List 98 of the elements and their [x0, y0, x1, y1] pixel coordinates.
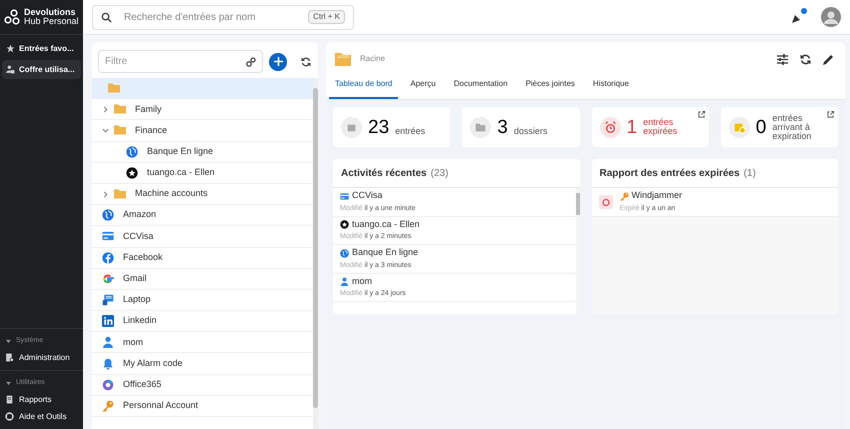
sidebar-item[interactable]: Administration: [0, 349, 83, 366]
office-icon: [102, 378, 114, 391]
google-icon: [102, 272, 114, 285]
calendar-clock-icon: [728, 116, 750, 138]
stat-value: 23: [368, 118, 390, 136]
stat-value: 1: [626, 118, 638, 136]
external-link-icon[interactable]: [698, 111, 705, 118]
sidebar-item[interactable]: Coffre utilisa...: [2, 60, 81, 79]
search-field[interactable]: Recherche d'entrées par nom Ctrl + K: [92, 4, 354, 30]
external-link-icon[interactable]: [827, 111, 834, 118]
credit-card-icon: [340, 192, 349, 200]
tree-item[interactable]: Finance: [92, 120, 313, 142]
globe-icon: [102, 209, 114, 222]
filter-field[interactable]: Filtre: [98, 50, 263, 73]
folder-icon: [114, 188, 126, 200]
linkedin-icon: [102, 315, 114, 328]
chevron-icon[interactable]: [102, 190, 109, 198]
user-lock-icon: [6, 65, 15, 74]
tab[interactable]: Historique: [586, 71, 635, 99]
sidebar-item[interactable]: Rapports: [0, 391, 83, 408]
computer-icon: [102, 294, 114, 306]
report-icon: [5, 395, 14, 404]
key-icon: [102, 400, 114, 412]
stat-value: 3: [497, 118, 508, 136]
key-icon: [620, 192, 628, 200]
credit-card-icon: [102, 230, 114, 242]
card-count: (23): [430, 166, 448, 180]
tree-item[interactable]: Family: [92, 99, 313, 120]
search-input[interactable]: Recherche d'entrées par nom: [124, 10, 296, 24]
search-icon: [101, 12, 112, 22]
tree-item[interactable]: Machine accounts: [92, 184, 313, 206]
alarm-clock-icon: [600, 116, 620, 138]
badge-icon: [126, 166, 138, 179]
tree-item[interactable]: Linkedin: [92, 311, 313, 332]
tree-item[interactable]: Facebook: [92, 248, 313, 269]
tree-item[interactable]: Personnal Account: [92, 396, 313, 417]
folder-icon: [335, 51, 351, 67]
entry-name[interactable]: Windjammer: [632, 189, 682, 203]
chevron-icon[interactable]: [102, 106, 109, 113]
alarm-clock-icon: [598, 194, 612, 209]
plus-icon: [274, 57, 282, 66]
tree-item[interactable]: tuango.ca - Ellen: [92, 162, 313, 184]
facebook-icon: [102, 252, 114, 264]
sidebar-item[interactable]: Entrées favo...: [2, 39, 81, 58]
tab[interactable]: Documentation: [448, 71, 514, 99]
stat-label: dossiers: [514, 127, 548, 136]
scrollbar-thumb[interactable]: [576, 193, 580, 215]
refresh-icon[interactable]: [301, 56, 311, 66]
card-title: Activités récentes: [341, 166, 427, 180]
edit-icon[interactable]: [823, 54, 834, 64]
tree-item[interactable]: My Alarm code: [92, 353, 313, 375]
lifebuoy-icon: [5, 412, 14, 421]
entry-name[interactable]: Banque En ligne: [352, 246, 418, 260]
shortcut-hint: Ctrl + K: [308, 10, 345, 24]
chevron-icon[interactable]: [102, 126, 109, 134]
sliders-icon[interactable]: [777, 54, 788, 64]
entry-name[interactable]: mom: [352, 274, 372, 288]
folder-title: Racine: [360, 53, 385, 65]
logo-subtext: Hub Personal: [24, 17, 79, 26]
folder-icon: [470, 116, 492, 138]
refresh-icon[interactable]: [800, 54, 811, 64]
stat-value: 0: [756, 118, 766, 136]
stat-label: entrées expirées: [643, 118, 678, 136]
avatar-icon[interactable]: [821, 7, 841, 27]
tree-item[interactable]: CCVisa: [92, 226, 313, 248]
tree-item[interactable]: Gmail: [92, 268, 313, 290]
filter-input[interactable]: Filtre: [105, 54, 246, 69]
user-icon: [102, 336, 114, 348]
logo-text: Devolutions: [24, 8, 77, 17]
folder-icon: [114, 103, 126, 116]
logo-icon: [4, 9, 20, 25]
folder-icon: [108, 82, 120, 94]
stat-label: entrées: [395, 127, 426, 136]
star-icon: [6, 44, 15, 53]
entry-name[interactable]: tuango.ca - Ellen: [352, 218, 420, 232]
globe-icon: [126, 146, 138, 158]
sidebar-item[interactable]: Aide et Outils: [0, 408, 83, 425]
folder-icon: [114, 124, 126, 136]
card-count: (1): [744, 166, 756, 180]
tree-item[interactable]: mom: [92, 332, 313, 354]
stat-card[interactable]: 3 dossiers: [462, 107, 580, 147]
badge-icon: [340, 220, 349, 229]
card-title: Rapport des entrées expirées: [600, 166, 740, 180]
add-button[interactable]: [269, 52, 287, 70]
tree-item[interactable]: Banque En ligne: [92, 142, 313, 163]
globe-icon: [340, 248, 349, 258]
tree-item[interactable]: Amazon: [92, 205, 313, 226]
user-icon: [340, 277, 349, 286]
entries-icon: [341, 116, 362, 138]
document-gear-icon: [5, 353, 14, 362]
tab[interactable]: Pièces jointes: [520, 71, 581, 99]
stat-card[interactable]: 23 entrées: [333, 107, 450, 147]
tab[interactable]: Aperçu: [404, 71, 442, 99]
bell-icon: [102, 358, 114, 370]
tree-item[interactable]: Office365: [92, 374, 313, 396]
stat-label: entrées arrivant à expiration: [772, 114, 812, 140]
tree-item[interactable]: Laptop: [92, 290, 313, 312]
entry-name[interactable]: CCVisa: [352, 189, 382, 203]
